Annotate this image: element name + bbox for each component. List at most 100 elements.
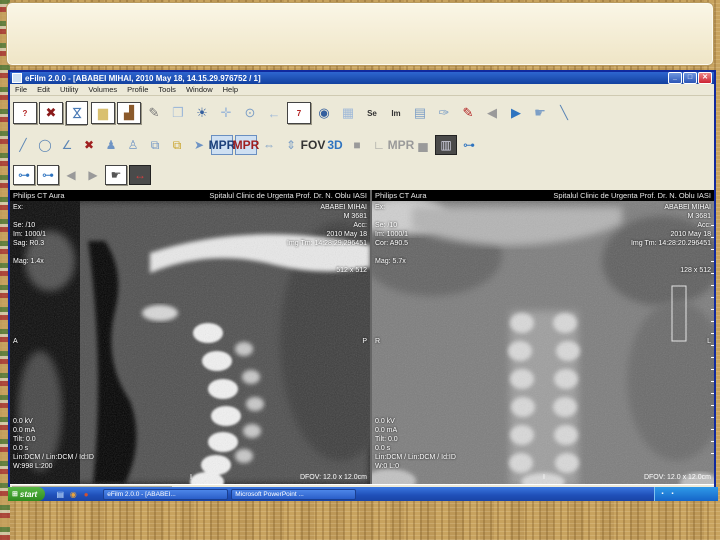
fov-icon[interactable]: FOV — [301, 136, 326, 154]
link-cubes-icon[interactable]: ⧉ — [167, 136, 187, 154]
pan-icon[interactable]: ✛ — [215, 103, 237, 123]
cine-icon[interactable]: ◉ — [313, 103, 335, 123]
next-study-icon[interactable]: ▶ — [505, 103, 527, 123]
3d-icon[interactable]: 3D — [325, 136, 345, 154]
menu-item[interactable]: Utility — [55, 85, 83, 94]
taskbar: ⊞ start ▤ ◉ ● eFilm 2.0.0 - [ABABEI... Micr… — [8, 487, 718, 501]
overlay-line — [631, 248, 711, 257]
delete-measure-icon[interactable]: ✖ — [79, 136, 99, 154]
viewport-header: Philips CT Aura Spitalul Clinic de Urgen… — [10, 190, 370, 201]
overlay-line: 0.0 s — [13, 445, 29, 452]
overlay-line: Cor: A90.5 — [375, 240, 409, 247]
mpr-icon[interactable]: MPR — [209, 135, 235, 155]
scale-ruler — [711, 220, 714, 454]
key-image-icon[interactable]: ⊶ — [459, 136, 479, 154]
start-label: start — [19, 489, 38, 499]
back-arrow-icon[interactable]: ← — [263, 103, 285, 123]
menu-item[interactable]: File — [10, 85, 32, 94]
layout-grid-icon[interactable]: ▦ — [337, 103, 359, 123]
gray-square-icon[interactable]: ■ — [347, 136, 367, 154]
overlay-line — [13, 212, 46, 221]
hourglass-icon[interactable]: ⋈ — [66, 101, 88, 125]
zoom-icon[interactable]: ⊙ — [239, 103, 261, 123]
clipboard-7-icon[interactable]: 7 — [287, 102, 311, 124]
task-button-powerpoint[interactable]: Microsoft PowerPoint ... — [231, 488, 357, 500]
overlay-line: Lin:DCM / Lin:DCM / Id:ID — [13, 454, 94, 461]
start-button[interactable]: ⊞ start — [8, 487, 46, 501]
next-layout-icon[interactable]: ▶ — [83, 166, 103, 184]
series-layout-icon[interactable]: Se — [361, 103, 383, 123]
viewport-sagittal[interactable]: Philips CT Aura Spitalul Clinic de Urgen… — [10, 190, 370, 484]
menu-item[interactable]: Profile — [122, 85, 153, 94]
mpr-cross-icon[interactable]: MPR — [233, 135, 259, 155]
cursor-icon[interactable]: ➤ — [189, 136, 209, 154]
quick-launch-browser-icon[interactable]: ◉ — [68, 489, 78, 499]
measure-line-icon[interactable]: ╱ — [13, 136, 33, 154]
overlay-line: 0.0 mA — [13, 427, 36, 434]
orientation-marker-posterior: P — [362, 338, 367, 345]
close-study-icon[interactable]: ✖ — [39, 102, 63, 124]
windows-flag-icon: ⊞ — [12, 491, 18, 498]
open-folder-icon[interactable]: ▆ — [91, 102, 115, 124]
prev-study-icon[interactable]: ◀ — [481, 103, 503, 123]
copy-pages-icon[interactable]: ❐ — [167, 103, 189, 123]
overlay-line: M 3681 — [343, 213, 367, 220]
prev-layout-icon[interactable]: ◀ — [61, 166, 81, 184]
keypad-hand-icon[interactable]: ☛ — [105, 165, 127, 185]
overlay-line: Ex: — [13, 204, 24, 211]
view-report-icon[interactable]: ✑ — [433, 103, 455, 123]
maximize-button[interactable]: □ — [683, 72, 697, 84]
viewport-coronal[interactable]: Philips CT Aura Spitalul Clinic de Urgen… — [372, 190, 714, 484]
minimize-button[interactable]: _ — [668, 72, 682, 84]
menu-item[interactable]: Volumes — [83, 85, 122, 94]
slide-canvas: { "colors":{"titlebar":"#1c50c8","taskba… — [0, 0, 720, 540]
tray-network-icon[interactable]: ▪ — [659, 491, 666, 498]
grab-card-icon[interactable]: ☛ — [529, 103, 551, 123]
window-level-icon[interactable]: ☀ — [191, 103, 213, 123]
flip-vertical-icon[interactable]: ⇕ — [281, 136, 301, 154]
tray-volume-icon[interactable]: ▪ — [669, 491, 676, 498]
archive-jar-icon[interactable]: ▟ — [117, 102, 141, 124]
key-save-icon[interactable]: ⊶ — [13, 165, 35, 185]
scout-person-icon[interactable]: ♟ — [101, 136, 121, 154]
titlebar: eFilm 2.0.0 - [ABABEI MIHAI, 2010 May 18… — [10, 72, 714, 84]
menu-item[interactable]: Tools — [153, 85, 181, 94]
window-title: eFilm 2.0.0 - [ABABEI MIHAI, 2010 May 18… — [25, 73, 261, 83]
overlay-line: 0.0 s — [375, 445, 391, 452]
film-panel-icon[interactable]: ▥ — [435, 135, 457, 155]
measure-ellipse-icon[interactable]: ◯ — [35, 136, 55, 154]
key-view-icon[interactable]: ⊶ — [37, 165, 59, 185]
dfov-label: DFOV: 12.0 x 12.0cm — [299, 474, 367, 481]
overlay-line: 0.0 kV — [375, 418, 395, 425]
task-button-efilm[interactable]: eFilm 2.0.0 - [ABABEI... — [103, 488, 229, 500]
axes-icon[interactable]: ∟ — [369, 136, 389, 154]
reference-lines-icon[interactable]: ♙ — [123, 136, 143, 154]
overlay-line: Mag: 1.4x — [13, 258, 44, 265]
menu-item[interactable]: Edit — [32, 85, 55, 94]
overlay-bottom-left: 0.0 kV 0.0 mA Tilt: 0.0 0.0 s Lin:DCM / Lin:… — [375, 417, 456, 471]
menu-item[interactable]: Help — [218, 85, 243, 94]
toolbar-row-1: ? ✖ ⋈ ▆ ▟ ✎ ❐ ☀ ✛ ⊙ ← 7 ◉ ▦ Se Im ▤ ✑ ✎ ◀ ▶ ☛ ╲ — [10, 96, 714, 130]
flip-horizontal-icon[interactable]: ⇔ — [259, 136, 279, 154]
overlay-line: 512 x 512 — [336, 267, 367, 274]
stack-cubes-icon[interactable]: ⧉ — [145, 136, 165, 154]
print-notes-icon[interactable]: ✎ — [143, 103, 165, 123]
close-button[interactable]: ✕ — [698, 72, 712, 84]
quick-launch-media-icon[interactable]: ● — [81, 489, 91, 499]
image-layout-icon[interactable]: Im — [385, 103, 407, 123]
stereo-mpr-icon[interactable]: MPR — [388, 136, 415, 154]
quick-launch-desktop-icon[interactable]: ▤ — [55, 489, 65, 499]
task-buttons: eFilm 2.0.0 - [ABABEI... Microsoft PowerP… — [103, 488, 654, 500]
report-icon[interactable]: ▤ — [409, 103, 431, 123]
edit-report-icon[interactable]: ✎ — [457, 103, 479, 123]
overlay-line — [287, 257, 367, 266]
measure-angle-icon[interactable]: ∠ — [57, 136, 77, 154]
menu-item[interactable]: Window — [181, 85, 218, 94]
help-icon[interactable]: ? — [13, 102, 37, 124]
overlay-line: Lin:DCM / Lin:DCM / Id:ID — [375, 454, 456, 461]
film-compare-icon[interactable]: ↔ — [129, 165, 151, 185]
slide-header — [6, 2, 714, 66]
line-tool-icon[interactable]: ╲ — [553, 103, 575, 123]
orientation-marker-inferior: I — [543, 474, 545, 481]
histogram-icon[interactable]: ▅ — [413, 136, 433, 154]
